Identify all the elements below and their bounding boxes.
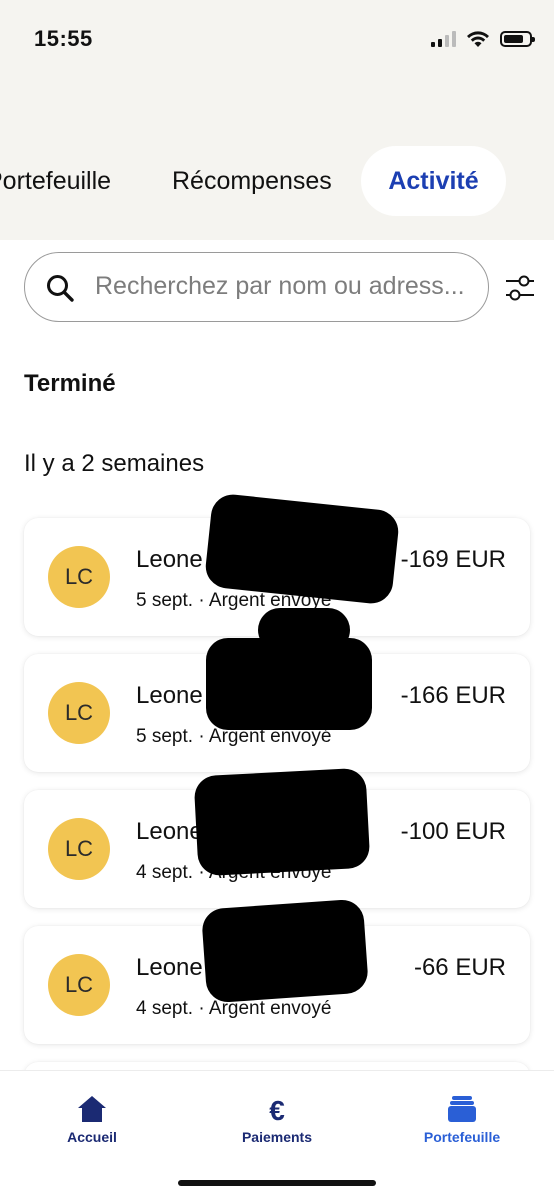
meta-separator: · (193, 590, 209, 611)
tab-portefeuille[interactable]: Portefeuille (0, 146, 111, 216)
home-icon (78, 1096, 106, 1122)
home-indicator (178, 1180, 376, 1186)
date-group-title: Il y a 2 semaines (24, 450, 205, 477)
redaction-mark (200, 898, 370, 1004)
search-icon (47, 275, 74, 302)
nav-label: Accueil (67, 1129, 117, 1145)
transaction-amount: -66 EUR (413, 954, 506, 981)
transaction-amount: -100 EUR (400, 818, 506, 845)
avatar: LC (48, 954, 110, 1016)
meta-separator: · (193, 998, 209, 1019)
svg-text:€: € (269, 1095, 285, 1123)
tab-activite[interactable]: Activité (361, 146, 506, 216)
search-input[interactable] (95, 253, 485, 320)
nav-accueil[interactable]: Accueil (22, 1095, 162, 1145)
battery-icon (500, 31, 535, 47)
tab-recompenses[interactable]: Récompenses (172, 146, 332, 216)
redaction-mark (203, 492, 401, 606)
wifi-icon (467, 31, 489, 47)
transaction-row[interactable] (24, 1062, 530, 1070)
activity-content: Terminé Il y a 2 semaines LC Leone C 5 s… (0, 240, 554, 1070)
transaction-date: 5 sept. (136, 590, 194, 611)
cellular-signal-icon (431, 31, 456, 47)
transaction-date: 5 sept. (136, 726, 194, 747)
transaction-name: Leone (136, 818, 203, 845)
transaction-date: 4 sept. (136, 998, 194, 1019)
transaction-amount: -169 EUR (400, 546, 506, 573)
search-box[interactable] (24, 252, 489, 322)
euro-icon: € (269, 1095, 285, 1123)
nav-label: Paiements (241, 1129, 313, 1145)
avatar: LC (48, 546, 110, 608)
status-bar: 15:55 (0, 0, 554, 84)
meta-separator: · (193, 726, 209, 747)
filter-icon[interactable] (504, 272, 536, 304)
section-title: Terminé (24, 370, 116, 397)
tabs-bar: Portefeuille Récompenses Activité (0, 84, 554, 240)
nav-portefeuille[interactable]: Portefeuille (392, 1095, 532, 1145)
redaction-mark (193, 767, 371, 877)
nav-paiements[interactable]: € Paiements (207, 1095, 347, 1145)
wallet-icon (448, 1096, 476, 1122)
avatar: LC (48, 682, 110, 744)
status-time: 15:55 (34, 26, 93, 51)
status-icons (431, 30, 535, 48)
nav-label: Portefeuille (423, 1129, 501, 1145)
transaction-date: 4 sept. (136, 862, 194, 883)
avatar: LC (48, 818, 110, 880)
transaction-amount: -166 EUR (400, 682, 506, 709)
redaction-mark (258, 608, 350, 652)
